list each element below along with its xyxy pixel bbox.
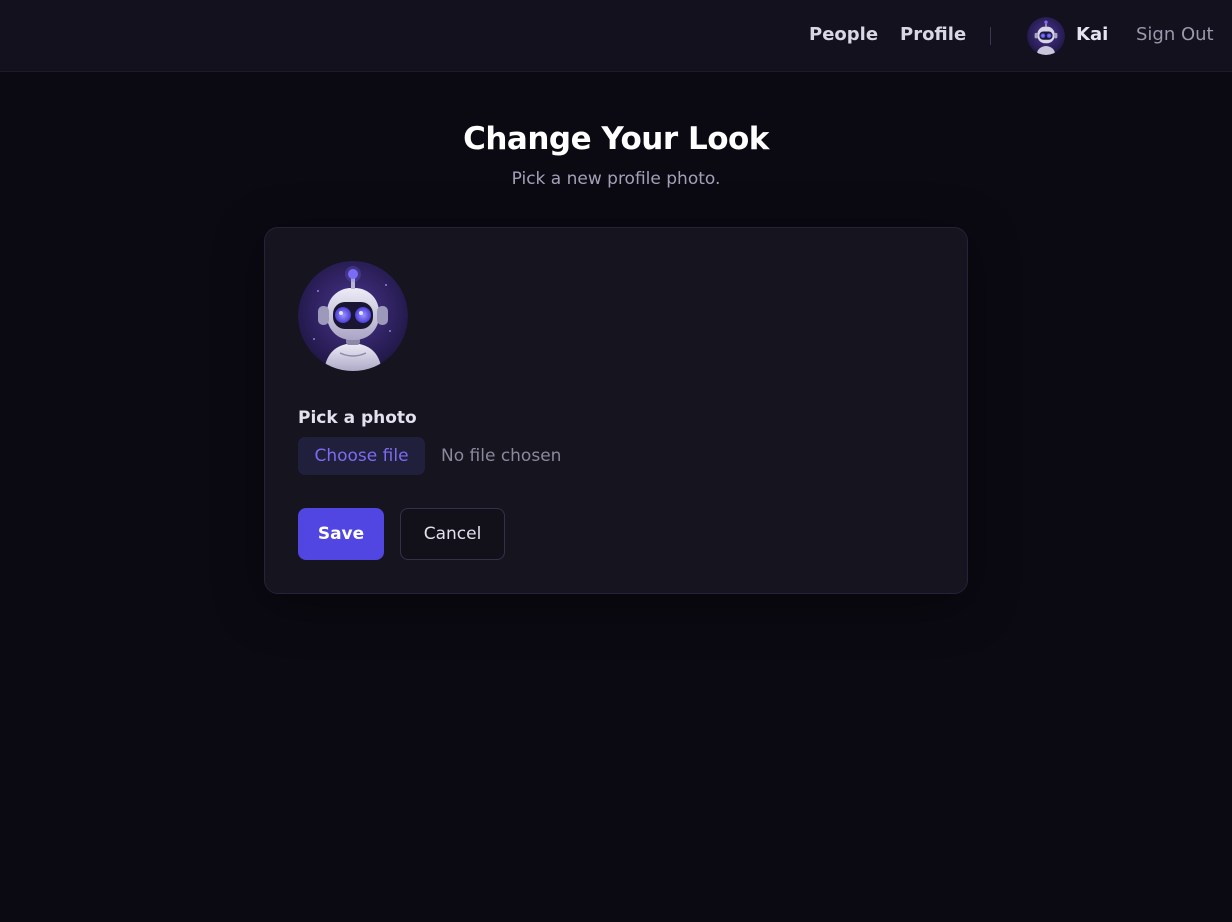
- save-button[interactable]: Save: [298, 508, 384, 560]
- cancel-button[interactable]: Cancel: [400, 508, 505, 560]
- page-subtitle: Pick a new profile photo.: [511, 169, 721, 189]
- nav-link-profile[interactable]: Profile: [900, 24, 966, 46]
- change-photo-card: Pick a photo Choose file No file chosen …: [264, 227, 968, 594]
- photo-field-label: Pick a photo: [298, 408, 417, 428]
- nav-link-people[interactable]: People: [809, 24, 878, 46]
- file-status-text: No file chosen: [441, 446, 562, 466]
- nav-username[interactable]: Kai: [1076, 24, 1108, 46]
- robot-avatar-icon: [298, 261, 408, 371]
- choose-file-button[interactable]: Choose file: [298, 437, 425, 475]
- top-navigation-bar: People Profile Kai Sign Out: [0, 0, 1232, 72]
- nav-divider: [990, 27, 991, 45]
- page-title: Change Your Look: [463, 121, 769, 157]
- robot-avatar-icon[interactable]: [1027, 17, 1065, 55]
- sign-out-link[interactable]: Sign Out: [1136, 24, 1214, 46]
